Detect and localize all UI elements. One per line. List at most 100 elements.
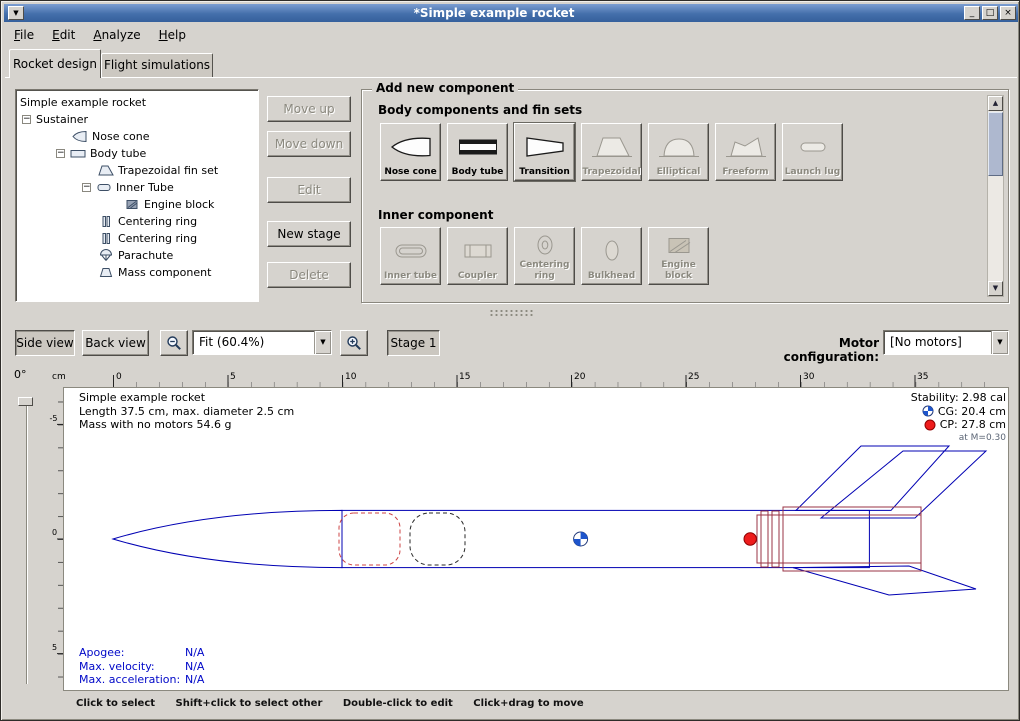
maximize-button[interactable]: □	[982, 6, 998, 20]
svg-text:0: 0	[52, 528, 57, 537]
menu-file[interactable]: File	[5, 25, 43, 45]
tree-item-engine-block[interactable]: Engine block	[16, 196, 258, 213]
svg-text:15: 15	[459, 372, 470, 382]
tree-item-parachute[interactable]: Parachute	[16, 247, 258, 264]
back-view-button[interactable]: Back view	[82, 330, 149, 356]
engine-block-icon	[124, 198, 140, 211]
rotation-slider-handle[interactable]	[18, 397, 33, 406]
zoom-dropdown-button[interactable]: ▼	[314, 331, 331, 354]
component-bulkhead-button[interactable]: Bulkhead	[581, 227, 642, 285]
titlebar[interactable]: ▼ *Simple example rocket _ □ ×	[4, 4, 1018, 22]
splitter-handle[interactable]	[489, 309, 535, 316]
component-body-tube-button[interactable]: Body tube	[447, 123, 508, 181]
rocket-mass: Mass with no motors 54.6 g	[79, 418, 294, 432]
scroll-down-button[interactable]: ▼	[988, 281, 1003, 296]
side-view-button[interactable]: Side view	[15, 330, 75, 356]
hint-shift-click: Shift+click to select other	[176, 698, 323, 709]
inner-tube-shape-icon	[389, 232, 433, 271]
component-elliptical-button[interactable]: Elliptical	[648, 123, 709, 181]
close-button[interactable]: ×	[1000, 6, 1016, 20]
freeform-fin-icon	[724, 128, 768, 167]
new-stage-button[interactable]: New stage	[267, 221, 351, 247]
menu-help[interactable]: Help	[150, 25, 195, 45]
scroll-up-button[interactable]: ▲	[988, 96, 1003, 111]
bulkhead-icon	[590, 232, 634, 271]
tree-item-centering-ring-1[interactable]: Centering ring	[16, 213, 258, 230]
nose-cone-shape-icon	[389, 128, 433, 167]
chevron-down-icon: ▼	[997, 338, 1002, 346]
cg-marker[interactable]	[574, 532, 588, 546]
engine-block-shape-icon	[657, 232, 701, 260]
tab-rocket-design[interactable]: Rocket design	[9, 49, 101, 78]
edit-button[interactable]: Edit	[267, 177, 351, 203]
cg-value: CG: 20.4 cm	[938, 405, 1006, 419]
tree-item-inner-tube[interactable]: − Inner Tube	[16, 179, 258, 196]
collapse-icon[interactable]: −	[22, 115, 31, 124]
tree-item-label: Mass component	[118, 266, 211, 279]
collapse-icon[interactable]: −	[82, 183, 91, 192]
tree-item-nose-cone[interactable]: Nose cone	[16, 128, 258, 145]
component-launch-lug-button[interactable]: Launch lug	[782, 123, 843, 181]
close-icon: ×	[1004, 8, 1012, 18]
move-down-button[interactable]: Move down	[267, 131, 351, 157]
component-inner-tube-button[interactable]: Inner tube	[380, 227, 441, 285]
component-trapezoidal-button[interactable]: Trapezoidal	[581, 123, 642, 181]
section-inner-component: Inner component	[378, 208, 493, 222]
centering-ring-icon	[98, 232, 114, 245]
zoom-select[interactable]: Fit (60.4%) ▼	[192, 330, 332, 355]
menu-file-rest: ile	[20, 28, 34, 42]
motor-dropdown-button[interactable]: ▼	[991, 331, 1008, 354]
move-up-button[interactable]: Move up	[267, 96, 351, 122]
palette-scrollbar[interactable]: ▲ ▼	[987, 95, 1004, 297]
component-freeform-button[interactable]: Freeform	[715, 123, 776, 181]
window-menu-button[interactable]: ▼	[8, 6, 24, 20]
zoom-in-button[interactable]	[340, 330, 368, 356]
body-tube-icon	[70, 147, 86, 160]
svg-text:5: 5	[52, 643, 57, 652]
menu-analyze-mnemonic: A	[93, 28, 101, 42]
component-engine-block-button[interactable]: Engine block	[648, 227, 709, 285]
menu-edit[interactable]: Edit	[43, 25, 84, 45]
rotation-angle-label: 0°	[14, 368, 27, 381]
section-body-components: Body components and fin sets	[378, 103, 582, 117]
minimize-button[interactable]: _	[964, 6, 980, 20]
tree-item-trapezoidal-fin-set[interactable]: Trapezoidal fin set	[16, 162, 258, 179]
inner-tube-icon	[96, 181, 112, 194]
motor-configuration-select[interactable]: [No motors] ▼	[883, 330, 1009, 355]
tab-flight-simulations[interactable]: Flight simulations	[101, 53, 213, 78]
component-nose-cone-button[interactable]: Nose cone	[380, 123, 441, 181]
tree-item-centering-ring-2[interactable]: Centering ring	[16, 230, 258, 247]
tree-item-body-tube[interactable]: − Body tube	[16, 145, 258, 162]
max-velocity-value: N/A	[185, 660, 204, 673]
rocket-info: Simple example rocket Length 37.5 cm, ma…	[79, 391, 294, 432]
diagram-background[interactable]	[64, 388, 1009, 691]
cp-marker[interactable]	[744, 533, 756, 545]
scroll-up-icon: ▲	[993, 99, 998, 107]
h-ruler-minor-ticks	[113, 366, 989, 387]
motor-configuration-label: Motor configuration:	[747, 336, 879, 364]
stage-1-toggle[interactable]: Stage 1	[387, 330, 440, 356]
window-menu-icon: ▼	[13, 9, 18, 17]
delete-button[interactable]: Delete	[267, 262, 351, 288]
tree-item-rocket[interactable]: Simple example rocket	[16, 94, 258, 111]
rotation-slider-track[interactable]	[26, 400, 28, 684]
status-bar: Click to select Shift+click to select ot…	[76, 698, 601, 709]
zoom-value: Fit (60.4%)	[193, 331, 314, 354]
nose-cone-icon	[72, 130, 88, 143]
window-title: *Simple example rocket	[26, 6, 962, 20]
collapse-icon[interactable]: −	[56, 149, 65, 158]
component-coupler-button[interactable]: Coupler	[447, 227, 508, 285]
cp-value: CP: 27.8 cm	[940, 418, 1006, 432]
tree-item-mass-component[interactable]: Mass component	[16, 264, 258, 281]
component-transition-button[interactable]: Transition	[514, 123, 575, 181]
rocket-dimensions: Length 37.5 cm, max. diameter 2.5 cm	[79, 405, 294, 419]
component-tree[interactable]: Simple example rocket −Sustainer Nose co…	[15, 89, 259, 302]
zoom-out-button[interactable]	[160, 330, 188, 356]
tree-item-sustainer[interactable]: −Sustainer	[16, 111, 258, 128]
scrollbar-thumb[interactable]	[988, 112, 1003, 176]
zoom-in-icon	[346, 335, 362, 351]
cp-legend-icon	[924, 419, 936, 431]
stability-value: Stability: 2.98 cal	[911, 391, 1006, 405]
menu-analyze[interactable]: Analyze	[84, 25, 149, 45]
component-centering-ring-button[interactable]: Centering ring	[514, 227, 575, 285]
